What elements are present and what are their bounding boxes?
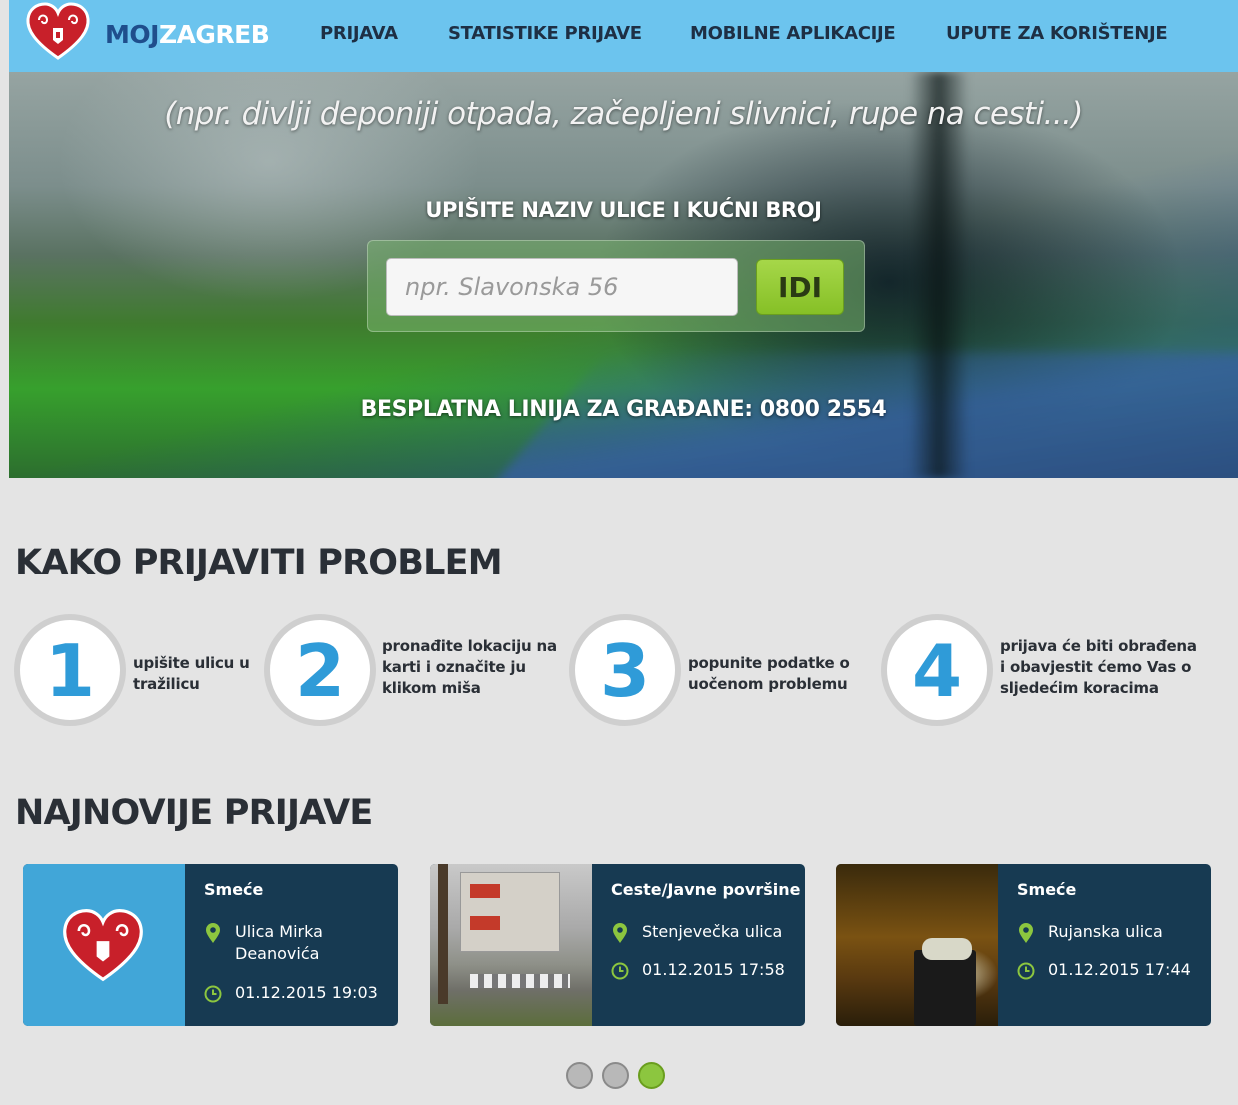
step-1-text: upišite ulicu u tražilicu — [133, 654, 250, 693]
how-to-title: KAKO PRIJAVITI PROBLEM — [15, 543, 503, 583]
nav-item-mobilne[interactable]: MOBILNE APLIKACIJE — [690, 23, 896, 44]
report-address: Stenjevečka ulica — [642, 922, 783, 941]
report-thumbnail — [430, 864, 592, 1026]
step-number: 2 — [294, 629, 346, 713]
report-datetime: 01.12.2015 17:44 — [1048, 960, 1191, 979]
location-pin-icon — [613, 923, 627, 943]
brand-part-1: MOJ — [105, 20, 159, 49]
location-pin-icon — [206, 923, 220, 943]
nav-item-statistike[interactable]: STATISTIKE PRIJAVE — [448, 23, 642, 44]
report-datetime: 01.12.2015 17:58 — [642, 960, 785, 979]
search-label: UPIŠITE NAZIV ULICE I KUĆNI BROJ — [425, 198, 822, 222]
carousel-dot-1[interactable] — [566, 1062, 593, 1089]
step-1-circle: 1 — [14, 614, 126, 726]
nav-item-prijava[interactable]: PRIJAVA — [320, 23, 398, 44]
step-number: 3 — [599, 629, 651, 713]
report-address: Ulica Mirka Deanovića — [235, 922, 323, 963]
carousel-dot-3[interactable] — [638, 1062, 665, 1089]
report-category: Smeće — [204, 880, 264, 899]
step-2-text: pronađite lokaciju na karti i označite j… — [382, 637, 557, 697]
garbage-bin-shape — [914, 950, 976, 1026]
brand-name[interactable]: MOJZAGREB — [105, 20, 270, 49]
step-4-text: prijava će biti obrađena i obavjestit će… — [1000, 637, 1197, 697]
report-thumbnail — [836, 864, 998, 1026]
carousel-dot-2[interactable] — [602, 1062, 629, 1089]
report-card[interactable]: Smeće Rujanska ulica 01.12.2015 17:44 — [836, 864, 1211, 1026]
hero-banner: (npr. divlji deponiji otpada, začepljeni… — [9, 72, 1238, 478]
crosswalk-shape — [470, 974, 570, 988]
step-number: 1 — [44, 629, 96, 713]
location-pin-icon — [1019, 923, 1033, 943]
step-4-circle: 4 — [881, 614, 993, 726]
step-number: 4 — [911, 629, 963, 713]
report-thumbnail — [23, 864, 185, 1026]
report-card[interactable]: Ceste/Javne površine Stenjevečka ulica 0… — [430, 864, 805, 1026]
step-3-text: popunite podatke o uočenom problemu — [688, 654, 850, 693]
search-go-button[interactable]: IDI — [756, 259, 844, 315]
nav-item-upute[interactable]: UPUTE ZA KORIŠTENJE — [946, 23, 1168, 44]
street-search-input[interactable] — [386, 258, 738, 316]
report-category: Ceste/Javne površine — [611, 880, 801, 899]
garbage-bags-shape — [922, 938, 972, 960]
tree-trunk-shape — [438, 864, 448, 1004]
brand-part-2: ZAGREB — [158, 20, 270, 49]
clock-icon — [204, 985, 222, 1003]
step-2-circle: 2 — [264, 614, 376, 726]
latest-reports-title: NAJNOVIJE PRIJAVE — [15, 793, 373, 833]
clock-icon — [611, 962, 629, 980]
clock-icon — [1017, 962, 1035, 980]
balcony-shape — [470, 884, 500, 898]
report-address: Rujanska ulica — [1048, 922, 1163, 941]
report-card[interactable]: Smeće Ulica Mirka Deanovića 01.12.2015 1… — [23, 864, 398, 1026]
top-navbar: MOJZAGREB PRIJAVA STATISTIKE PRIJAVE MOB… — [9, 0, 1238, 72]
step-3-circle: 3 — [569, 614, 681, 726]
search-panel: IDI — [367, 240, 865, 332]
balcony-shape — [470, 916, 500, 930]
report-datetime: 01.12.2015 19:03 — [235, 983, 378, 1002]
heart-logo-icon — [63, 909, 143, 982]
hotline-text: BESPLATNA LINIJA ZA GRAĐANE: 0800 2554 — [360, 397, 887, 422]
heart-logo-icon[interactable] — [25, 2, 91, 60]
report-category: Smeće — [1017, 880, 1077, 899]
hero-subtitle: (npr. divlji deponiji otpada, začepljeni… — [164, 96, 1083, 132]
